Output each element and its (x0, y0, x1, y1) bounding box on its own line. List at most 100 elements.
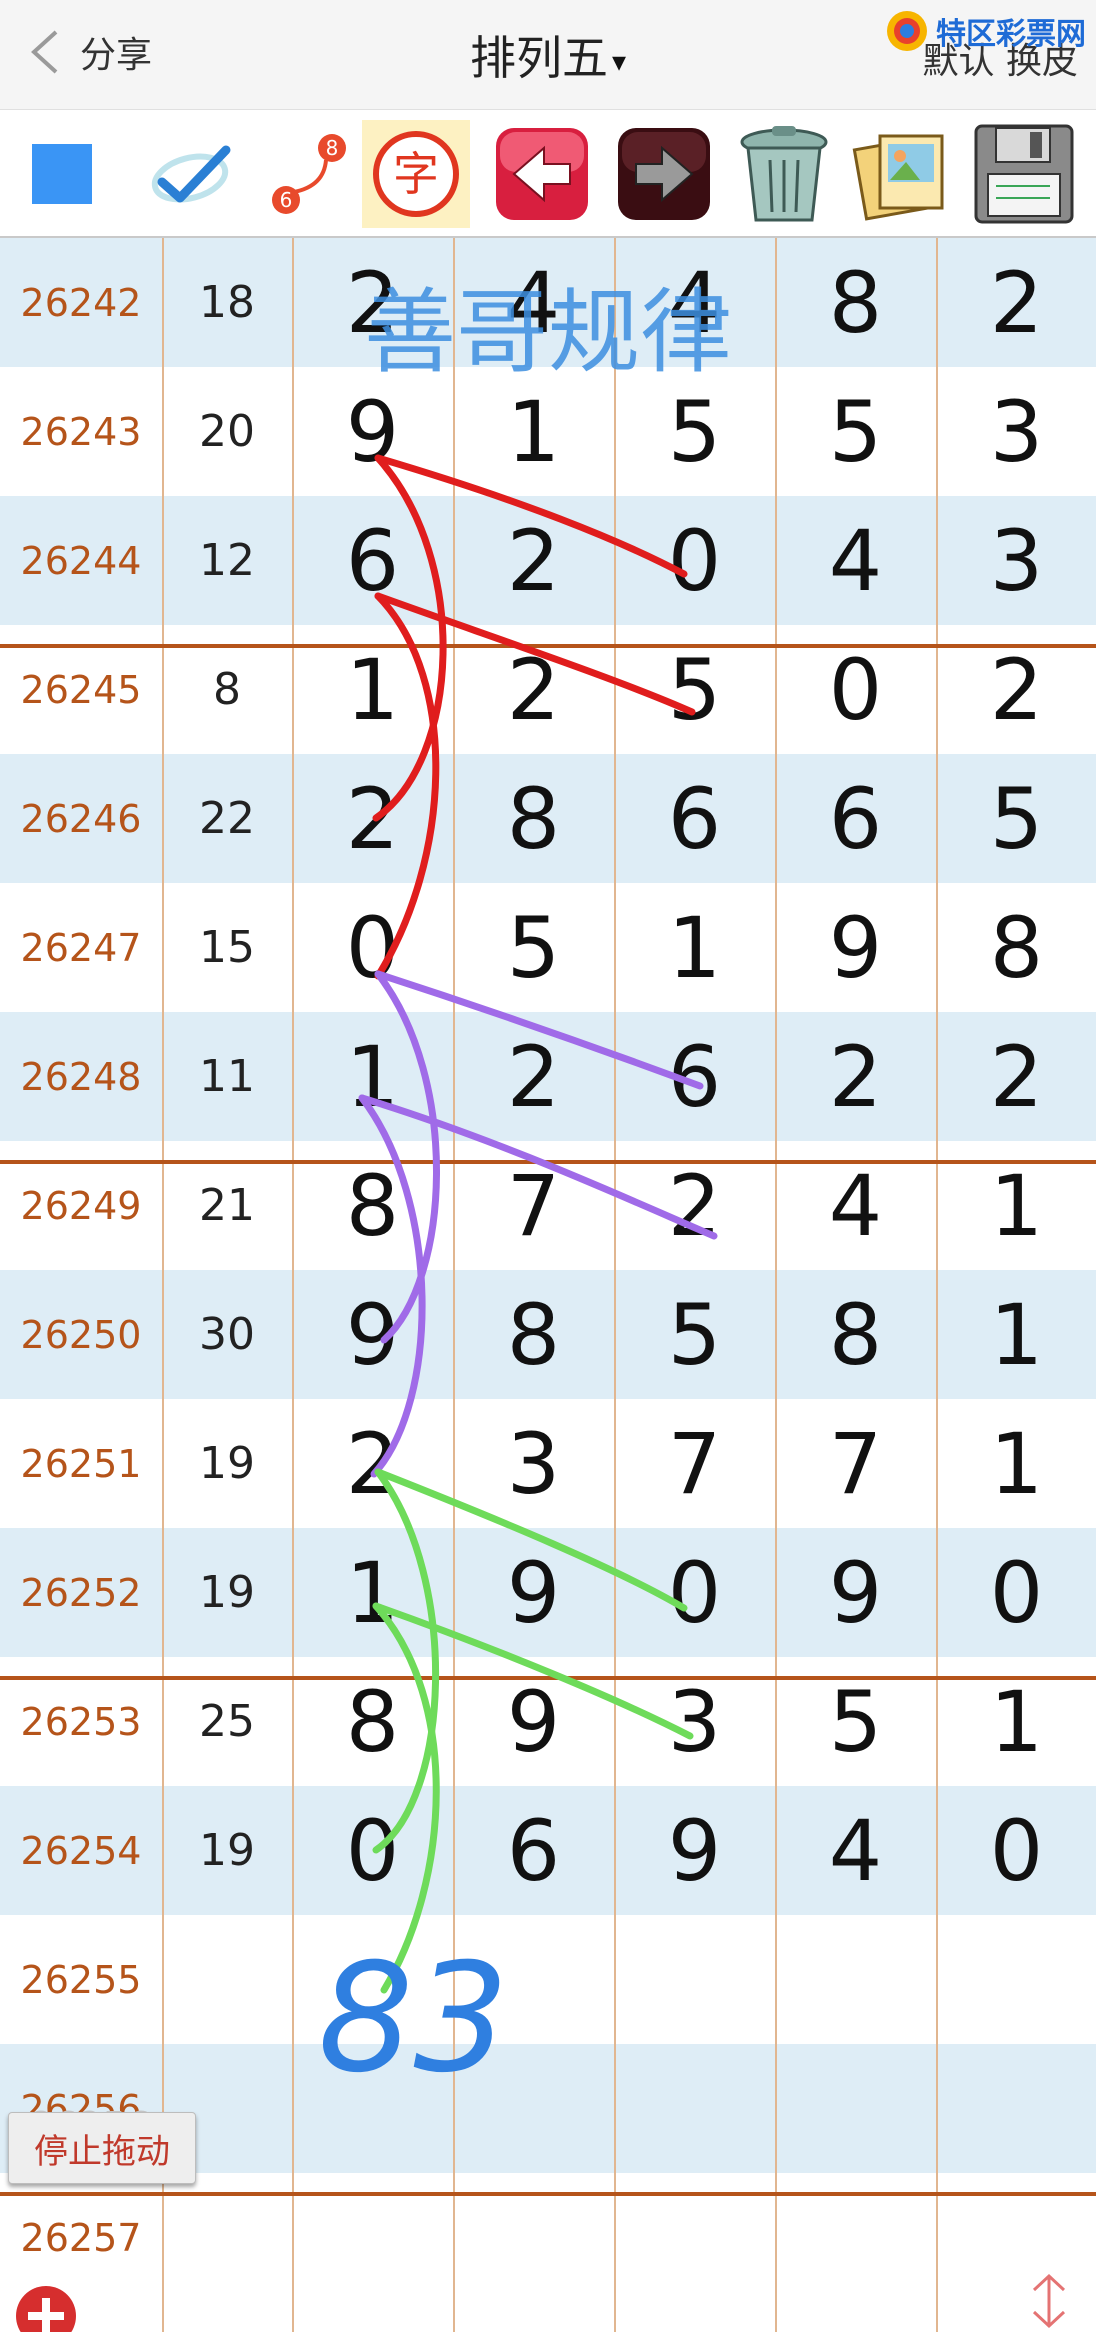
top-bar: 分享 排列五 ▾ 默认 换皮 特区彩票网 (0, 0, 1096, 110)
digit-cell[interactable]: 7 (614, 1399, 775, 1528)
digit-cell[interactable] (775, 2044, 936, 2173)
digit-cell[interactable]: 6 (614, 1012, 775, 1141)
scroll-arrows-icon[interactable] (1028, 2268, 1070, 2332)
pen-check-button[interactable] (138, 120, 246, 228)
save-button[interactable] (970, 120, 1078, 228)
digit-cell[interactable]: 7 (775, 1399, 936, 1528)
photos-icon (852, 134, 944, 221)
table-row[interactable]: 26255 (0, 1915, 1096, 2044)
table-row[interactable]: 26248 11 1 2 6 2 2 (0, 1012, 1096, 1141)
digit-cell[interactable]: 6 (453, 1786, 614, 1915)
digit-cell[interactable]: 0 (292, 1786, 453, 1915)
text-tool-button[interactable]: 字 (362, 120, 470, 228)
table-row[interactable]: 26247 15 0 5 1 9 8 (0, 883, 1096, 1012)
group-separator (0, 2192, 1096, 2196)
forward-arrow-icon (618, 128, 710, 220)
digit-sum: 11 (199, 1051, 255, 1102)
digit-cell[interactable]: 3 (453, 1399, 614, 1528)
digit-cell[interactable]: 9 (775, 883, 936, 1012)
digit-cell[interactable] (453, 1915, 614, 2044)
digit-cell[interactable]: 0 (936, 1786, 1096, 1915)
digit-cell[interactable] (614, 1915, 775, 2044)
digit-cell[interactable]: 2 (775, 1012, 936, 1141)
add-icon[interactable] (14, 2284, 78, 2332)
table-row[interactable]: 26246 22 2 8 6 6 5 (0, 754, 1096, 883)
digit-cell[interactable]: 9 (614, 1786, 775, 1915)
stop-drag-button[interactable]: 停止拖动 (8, 2112, 196, 2184)
digit-cell[interactable]: 1 (936, 1399, 1096, 1528)
digit-cell[interactable]: 4 (775, 496, 936, 625)
digit-cell[interactable]: 2 (453, 496, 614, 625)
digit-cell[interactable] (614, 2044, 775, 2173)
clear-trash-button[interactable] (730, 120, 838, 228)
save-disk-icon (974, 124, 1074, 224)
digit-cell[interactable]: 9 (453, 1528, 614, 1657)
table-row[interactable]: 26254 19 0 6 9 4 0 (0, 1786, 1096, 1915)
digit-cell[interactable]: 0 (936, 1528, 1096, 1657)
color-picker-button[interactable] (8, 120, 116, 228)
digit-cell[interactable]: 1 (292, 1528, 453, 1657)
digit-cell[interactable] (292, 1915, 453, 2044)
back-share-button[interactable]: 分享 (26, 22, 152, 82)
digit-cell[interactable]: 2 (453, 1012, 614, 1141)
photo-album-button[interactable] (848, 120, 956, 228)
chevron-left-icon (31, 30, 58, 74)
table-row[interactable]: 26250 30 9 8 5 8 1 (0, 1270, 1096, 1399)
page-title[interactable]: 排列五 ▾ (470, 22, 626, 88)
digit-cell[interactable]: 5 (453, 883, 614, 1012)
digit-cell[interactable]: 3 (936, 496, 1096, 625)
digit-cell[interactable]: 9 (292, 1270, 453, 1399)
digit-cell[interactable] (775, 1915, 936, 2044)
digit-cell[interactable]: 0 (614, 1528, 775, 1657)
digit-cell[interactable]: 8 (453, 1270, 614, 1399)
table-row[interactable]: 26252 19 1 9 0 9 0 (0, 1528, 1096, 1657)
issue-number: 26244 (20, 538, 142, 583)
digit-cell[interactable]: 0 (614, 496, 775, 625)
digit-cell[interactable]: 1 (292, 1012, 453, 1141)
logo-swirl-icon (887, 11, 927, 51)
digit-cell[interactable]: 1 (614, 883, 775, 1012)
badge-bottom: 6 (280, 188, 293, 212)
digit-cell[interactable] (936, 2044, 1096, 2173)
digit-sum: 12 (199, 535, 255, 586)
digit-cell[interactable]: 8 (936, 883, 1096, 1012)
redo-button[interactable] (610, 120, 718, 228)
digit-cell[interactable] (453, 2044, 614, 2173)
issue-number: 26250 (20, 1312, 142, 1357)
digit-sum: 22 (199, 793, 255, 844)
digit-cell[interactable]: 8 (775, 1270, 936, 1399)
digit-cell[interactable]: 9 (775, 1528, 936, 1657)
digit-sum: 15 (199, 922, 255, 973)
issue-number: 26248 (20, 1054, 142, 1099)
digit-sum: 30 (199, 1309, 255, 1360)
digit-cell[interactable]: 6 (292, 496, 453, 625)
digit-cell[interactable]: 2 (292, 754, 453, 883)
digit-cell[interactable]: 2 (936, 1012, 1096, 1141)
digit-cell[interactable]: 4 (775, 1786, 936, 1915)
digit-cell[interactable]: 1 (936, 1270, 1096, 1399)
undo-button[interactable] (488, 120, 596, 228)
digit-sum: 19 (199, 1567, 255, 1618)
connect-icon: 8 6 (272, 134, 346, 214)
check-pen-icon (151, 145, 231, 203)
connect-tool-button[interactable]: 8 6 (258, 120, 366, 228)
digit-sum: 19 (199, 1825, 255, 1876)
issue-number: 26246 (20, 796, 142, 841)
digit-cell[interactable]: 2 (292, 1399, 453, 1528)
digit-cell[interactable]: 5 (614, 1270, 775, 1399)
digit-cell[interactable]: 0 (292, 883, 453, 1012)
digit-cell[interactable]: 6 (775, 754, 936, 883)
digit-cell[interactable]: 6 (614, 754, 775, 883)
group-separator (0, 1160, 1096, 1164)
digit-cell[interactable] (292, 2044, 453, 2173)
share-label: 分享 (80, 35, 153, 76)
digit-cell[interactable] (936, 1915, 1096, 2044)
group-separator (0, 644, 1096, 648)
digit-cell[interactable]: 5 (936, 754, 1096, 883)
text-icon: 字 (373, 131, 459, 217)
back-arrow-icon (496, 128, 588, 220)
table-row[interactable]: 26244 12 6 2 0 4 3 (0, 496, 1096, 625)
table-row[interactable]: 26251 19 2 3 7 7 1 (0, 1399, 1096, 1528)
digit-cell[interactable]: 8 (453, 754, 614, 883)
group-separator (0, 1676, 1096, 1680)
